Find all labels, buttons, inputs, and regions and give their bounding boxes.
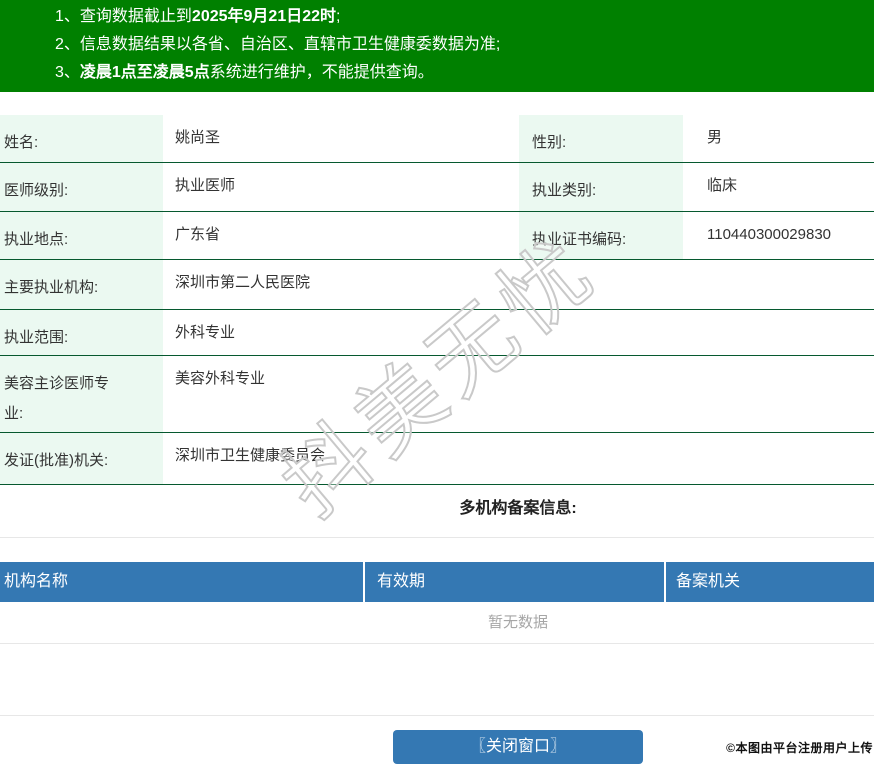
notice-line-3: 3、凌晨1点至凌晨5点系统进行维护，不能提供查询。 [0, 59, 874, 87]
notice-text: ; [336, 8, 341, 25]
table-row-cosmetic-specialty: 美容主诊医师专业: 美容外科专业 [0, 356, 874, 433]
field-label-gender: 性别: [519, 115, 683, 162]
doctor-info-table: 姓名: 姚尚圣 性别: 男 医师级别: 执业医师 执业类别: 临床 执业地点: … [0, 115, 874, 485]
table-row-practice-scope: 执业范围: 外科专业 [0, 310, 874, 356]
notice-line-1: 1、查询数据截止到2025年9月21日22时; [0, 3, 874, 31]
field-value-practice-location: 广东省 [175, 226, 221, 243]
field-value-practice-scope: 外科专业 [175, 324, 236, 341]
field-value-issuing-authority: 深圳市卫生健康委员会 [175, 447, 326, 464]
column-header-valid-period: 有效期 [365, 562, 666, 602]
notice-number: 1、 [55, 8, 80, 25]
table-row-issuing-authority: 发证(批准)机关: 深圳市卫生健康委员会 [0, 433, 874, 485]
notice-text: 查询数据截止到 [79, 8, 192, 25]
filing-table-header: 机构名称 有效期 备案机关 [0, 562, 874, 602]
field-value-license-number: 110440300029830 [707, 226, 832, 243]
filing-empty-state: 暂无数据 [0, 602, 874, 644]
field-label-license-number: 执业证书编码: [519, 212, 683, 259]
field-value-main-institution: 深圳市第二人民医院 [175, 274, 311, 291]
table-row-name-gender: 姓名: 姚尚圣 性别: 男 [0, 115, 874, 163]
field-label-practice-scope: 执业范围: [0, 310, 163, 355]
field-value-gender: 男 [707, 129, 723, 146]
column-header-filing-authority: 备案机关 [676, 573, 741, 590]
notice-number: 2、 [55, 36, 80, 53]
notice-text-bold: 凌晨1点至凌晨5点 [79, 64, 210, 81]
query-result-page: 1、查询数据截止到2025年9月21日22时; 2、信息数据结果以各省、自治区、… [0, 0, 874, 764]
notice-text: 系统进行维护，不能提供查询。 [209, 64, 434, 81]
field-label-issuing-authority: 发证(批准)机关: [0, 433, 163, 484]
field-label-name: 姓名: [0, 115, 163, 162]
field-label-main-institution: 主要执业机构: [0, 260, 163, 309]
table-row-location-license: 执业地点: 广东省 执业证书编码: 110440300029830 [0, 212, 874, 260]
notice-text-bold: 2025年9月21日22时 [191, 8, 337, 25]
table-row-main-institution: 主要执业机构: 深圳市第二人民医院 [0, 260, 874, 310]
field-label-text: 美容主诊医师专业: [4, 375, 110, 422]
field-value-cosmetic-specialty: 美容外科专业 [175, 370, 266, 387]
notice-number: 3、 [55, 64, 80, 81]
field-value-doctor-level: 执业医师 [175, 177, 236, 194]
field-value-practice-category: 临床 [707, 177, 738, 194]
pager-space [0, 644, 874, 716]
table-row-level-category: 医师级别: 执业医师 执业类别: 临床 [0, 163, 874, 212]
column-header-institution-name: 机构名称 [0, 562, 365, 602]
filing-section-title: 多机构备案信息: [0, 485, 874, 538]
field-label-cosmetic-specialty: 美容主诊医师专业: [0, 356, 163, 432]
copyright-overlay: ©本图由平台注册用户上传 [726, 741, 873, 755]
field-label-practice-location: 执业地点: [0, 212, 163, 259]
notice-line-2: 2、信息数据结果以各省、自治区、直辖市卫生健康委数据为准; [0, 31, 874, 59]
field-label-doctor-level: 医师级别: [0, 163, 163, 211]
notice-banner: 1、查询数据截止到2025年9月21日22时; 2、信息数据结果以各省、自治区、… [0, 0, 874, 92]
field-label-practice-category: 执业类别: [519, 163, 683, 211]
field-value-name: 姚尚圣 [175, 129, 221, 146]
notice-text: 信息数据结果以各省、自治区、直辖市卫生健康委数据为准; [79, 36, 501, 53]
